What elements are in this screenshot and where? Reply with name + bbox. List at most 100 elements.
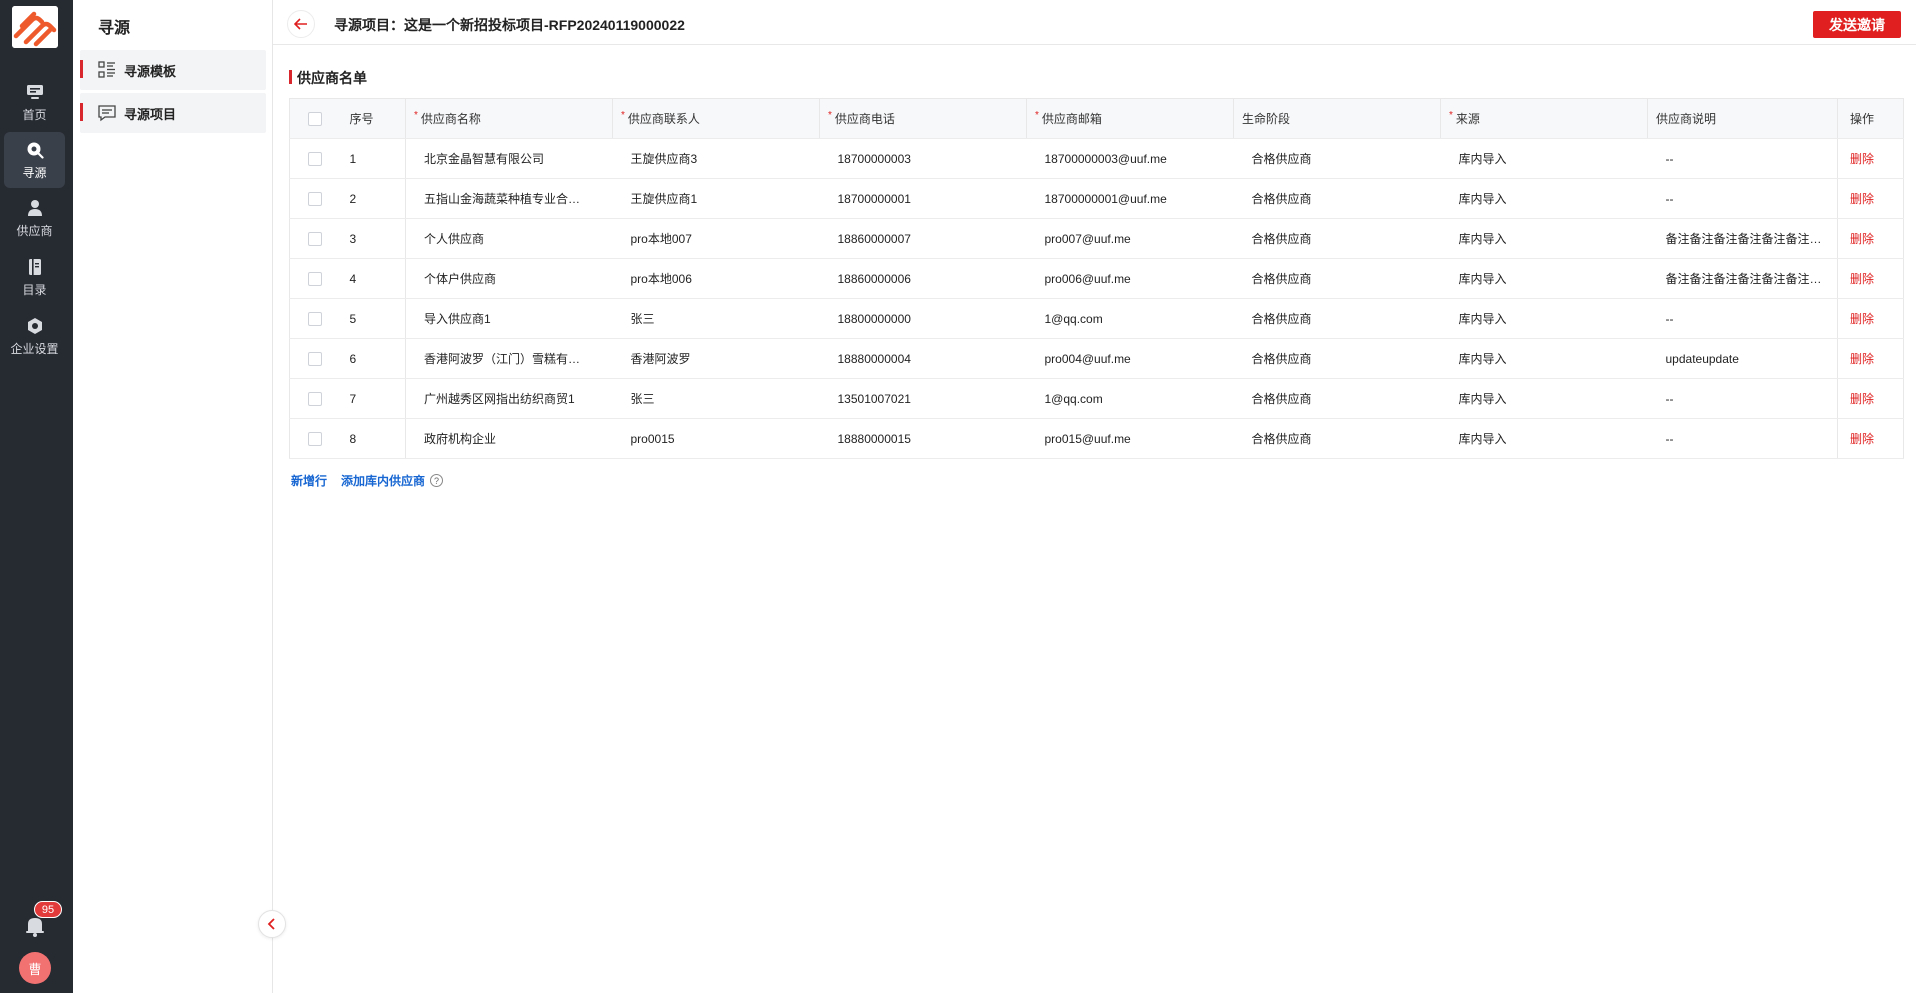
table-row: 5 导入供应商1 张三 18800000000 1@qq.com 合格供应商 库内导入 -- 删… <box>289 298 1904 339</box>
cell-source: 库内导入 <box>1440 418 1648 459</box>
required-mark: * <box>828 110 832 121</box>
rail-item-home[interactable]: 首页 <box>4 74 65 130</box>
row-checkbox[interactable] <box>307 231 322 246</box>
cell-name: 政府机构企业 <box>405 418 613 459</box>
cell-email: pro015@uuf.me <box>1026 418 1234 459</box>
rail-item-sourcing[interactable]: 寻源 <box>4 132 65 188</box>
cell-email: pro004@uuf.me <box>1026 338 1234 379</box>
cell-op: 删除 <box>1837 258 1904 299</box>
add-library-supplier-link[interactable]: 添加库内供应商 <box>341 472 425 489</box>
cell-name: 香港阿波罗（江门）雪糕有… <box>405 338 613 379</box>
sidebar-item-projects[interactable]: 寻源项目 <box>80 93 266 133</box>
row-checkbox[interactable] <box>307 431 322 446</box>
cell-name: 广州越秀区网指出纺织商贸1 <box>405 378 613 419</box>
col-header-label: 供应商名称 <box>420 112 481 126</box>
user-avatar[interactable]: 曹 <box>19 952 51 984</box>
required-mark: * <box>621 110 625 121</box>
cell-phone: 18880000015 <box>819 418 1027 459</box>
row-select-cell <box>289 138 340 179</box>
supplier-table: 序号 * 供应商名称 * 供应商联系人 * 供应商电话 * 供应商邮箱 生命阶段 * 来源… <box>289 98 1904 459</box>
cell-stage: 合格供应商 <box>1233 338 1441 379</box>
send-invitation-button[interactable]: 发送邀请 <box>1813 11 1901 38</box>
arrow-left-icon <box>294 18 307 30</box>
col-header-contact: * 供应商联系人 <box>612 98 820 139</box>
row-select-cell <box>289 298 340 339</box>
table-row: 1 北京金晶智慧有限公司 王旋供应商3 18700000003 18700000003@… <box>289 138 1904 179</box>
col-header-no: 序号 <box>339 98 406 139</box>
cell-source: 库内导入 <box>1440 378 1648 419</box>
row-checkbox[interactable] <box>307 151 322 166</box>
col-header-label: 供应商邮箱 <box>1041 112 1102 126</box>
cell-no: 1 <box>339 138 406 179</box>
delete-row-button[interactable]: 删除 <box>1850 272 1874 286</box>
cell-contact: pro0015 <box>612 418 820 459</box>
cell-stage: 合格供应商 <box>1233 378 1441 419</box>
cell-no: 2 <box>339 178 406 219</box>
cell-contact: pro本地006 <box>612 258 820 299</box>
row-select-cell <box>289 178 340 219</box>
cell-source: 库内导入 <box>1440 258 1648 299</box>
select-all-checkbox[interactable] <box>307 111 322 126</box>
rail-item-label: 供应商 <box>16 223 53 238</box>
table-row: 7 广州越秀区网指出纺织商贸1 张三 13501007021 1@qq.com 合格供应商… <box>289 378 1904 419</box>
rail-item-supplier[interactable]: 供应商 <box>4 190 65 246</box>
help-icon[interactable]: ? <box>430 474 444 487</box>
delete-row-button[interactable]: 删除 <box>1850 432 1874 446</box>
home-icon <box>25 82 45 102</box>
rail-item-catalog[interactable]: 目录 <box>4 249 65 305</box>
row-checkbox[interactable] <box>307 191 322 206</box>
cell-email: 1@qq.com <box>1026 298 1234 339</box>
active-marker <box>80 60 83 78</box>
delete-row-button[interactable]: 删除 <box>1850 152 1874 166</box>
notification-badge: 95 <box>34 901 62 918</box>
add-row-link[interactable]: 新增行 <box>291 472 327 489</box>
delete-row-button[interactable]: 删除 <box>1850 232 1874 246</box>
cell-contact: pro本地007 <box>612 218 820 259</box>
brand-logo[interactable] <box>12 6 58 48</box>
col-header-label: 来源 <box>1455 112 1480 126</box>
cell-phone: 18700000001 <box>819 178 1027 219</box>
sourcing-icon <box>25 140 45 160</box>
delete-row-button[interactable]: 删除 <box>1850 312 1874 326</box>
cell-stage: 合格供应商 <box>1233 218 1441 259</box>
back-button[interactable] <box>287 10 315 38</box>
delete-row-button[interactable]: 删除 <box>1850 392 1874 406</box>
cell-op: 删除 <box>1837 178 1904 219</box>
table-row: 6 香港阿波罗（江门）雪糕有… 香港阿波罗 18880000004 pro004@uuf… <box>289 338 1904 379</box>
cell-source: 库内导入 <box>1440 178 1648 219</box>
row-checkbox[interactable] <box>307 271 322 286</box>
delete-row-button[interactable]: 删除 <box>1850 192 1874 206</box>
cell-stage: 合格供应商 <box>1233 418 1441 459</box>
cell-contact: 张三 <box>612 378 820 419</box>
cell-email: pro006@uuf.me <box>1026 258 1234 299</box>
row-checkbox[interactable] <box>307 391 322 406</box>
sidebar-item-templates[interactable]: 寻源模板 <box>80 50 266 90</box>
cell-phone: 18860000007 <box>819 218 1027 259</box>
cell-op: 删除 <box>1837 218 1904 259</box>
main-content: 寻源项目：这是一个新招投标项目-RFP20240119000022 发送邀请 供… <box>273 0 1916 993</box>
cell-phone: 18860000006 <box>819 258 1027 299</box>
cell-name: 北京金晶智慧有限公司 <box>405 138 613 179</box>
supplier-icon <box>25 198 45 218</box>
cell-email: 18700000003@uuf.me <box>1026 138 1234 179</box>
cell-op: 删除 <box>1837 138 1904 179</box>
delete-row-button[interactable]: 删除 <box>1850 352 1874 366</box>
table-row: 4 个体户供应商 pro本地006 18860000006 pro006@uuf.me 合… <box>289 258 1904 299</box>
settings-icon <box>25 316 45 336</box>
cell-desc: 备注备注备注备注备注备注… <box>1647 218 1838 259</box>
required-mark: * <box>1449 110 1453 121</box>
rail-item-settings[interactable]: 企业设置 <box>4 308 65 364</box>
row-select-cell <box>289 338 340 379</box>
sidebar-title: 寻源 <box>98 20 131 37</box>
row-checkbox[interactable] <box>307 351 322 366</box>
template-list-icon <box>97 60 117 80</box>
cell-stage: 合格供应商 <box>1233 178 1441 219</box>
cell-op: 删除 <box>1837 338 1904 379</box>
row-select-cell <box>289 418 340 459</box>
row-select-cell <box>289 378 340 419</box>
row-checkbox[interactable] <box>307 311 322 326</box>
cell-no: 8 <box>339 418 406 459</box>
cell-name: 个人供应商 <box>405 218 613 259</box>
global-rail: 首页 寻源 供应商 目录 企业设置 95 曹 <box>0 0 73 993</box>
col-header-desc: 供应商说明 <box>1647 98 1838 139</box>
